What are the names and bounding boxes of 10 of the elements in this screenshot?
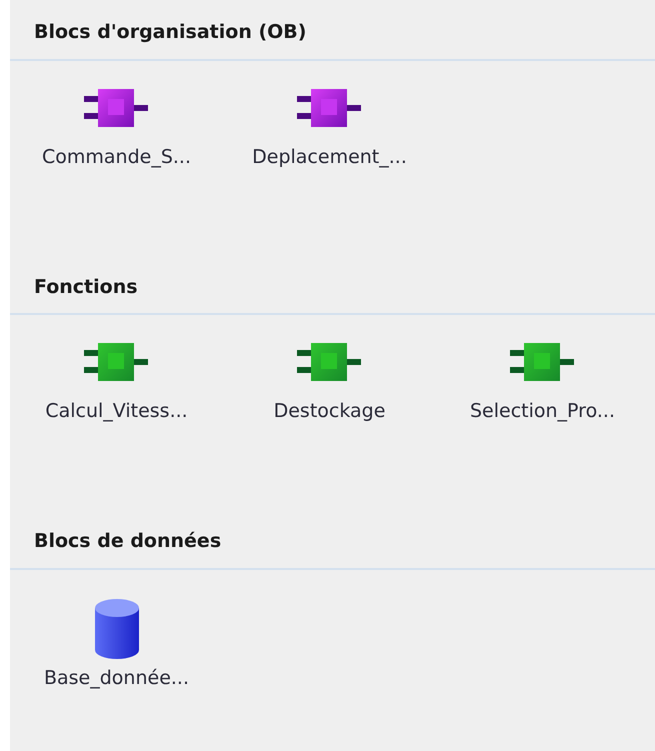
block-label[interactable]: Destockage: [274, 397, 386, 426]
section-title: Blocs de données: [10, 527, 655, 570]
section-title: Blocs d'organisation (OB): [10, 18, 655, 60]
block-label[interactable]: Selection_Pro...: [470, 397, 615, 426]
block-label[interactable]: Commande_S...: [42, 142, 192, 171]
block-label[interactable]: Deplacement_...: [252, 142, 407, 171]
block-label[interactable]: Base_donnée...: [44, 664, 190, 692]
section-title: Fonctions: [10, 272, 655, 315]
database-icon: [94, 598, 140, 660]
block-label[interactable]: Calcul_Vitess...: [45, 397, 188, 426]
